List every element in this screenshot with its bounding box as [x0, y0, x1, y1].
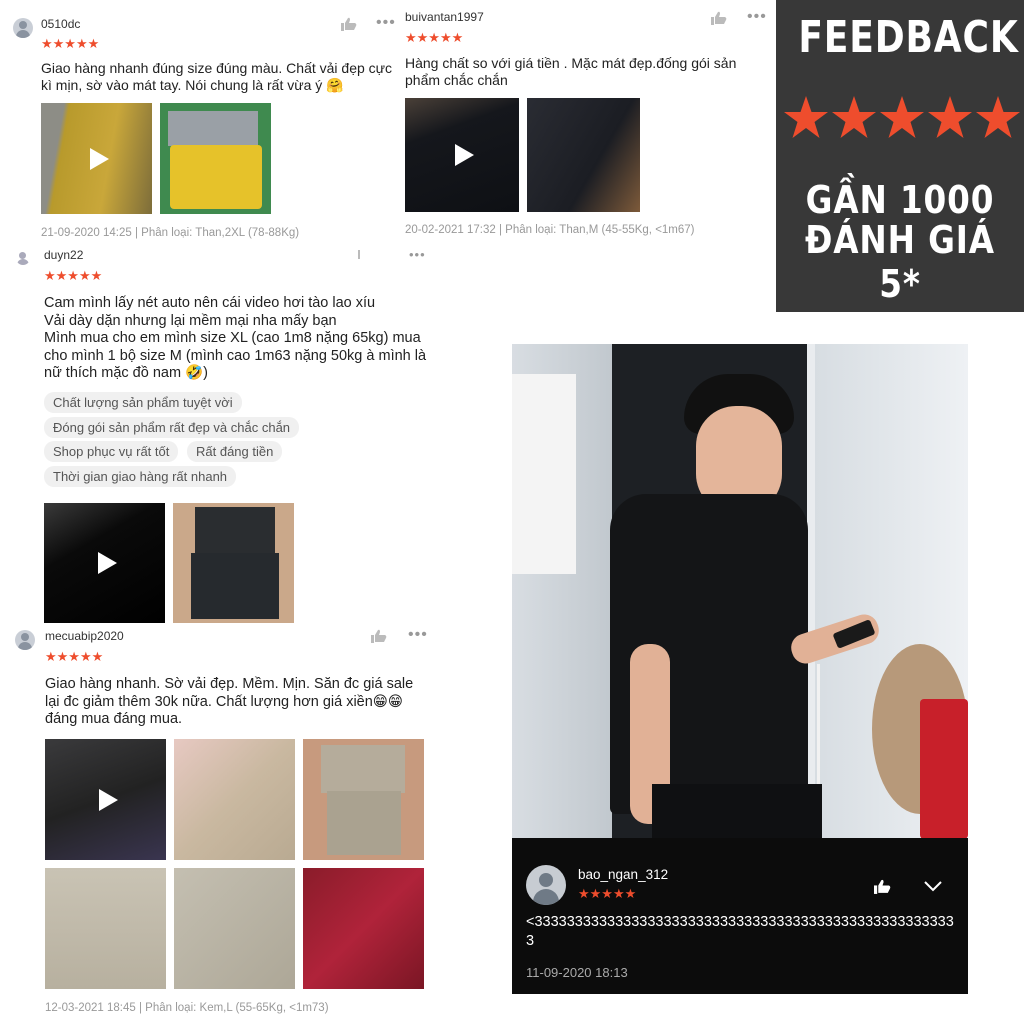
more-options-icon[interactable]: •••: [408, 627, 428, 643]
play-icon[interactable]: [455, 144, 474, 166]
review-photo-thumbnail[interactable]: [173, 503, 294, 623]
feedback-subtitle: ĐÁNH GIÁ 5*: [805, 218, 995, 306]
thumbs-up-icon[interactable]: [874, 879, 891, 894]
review-meta: 21-09-2020 14:25 | Phân loại: Than,2XL (…: [41, 227, 300, 239]
play-icon[interactable]: [97, 552, 117, 574]
review-video-thumbnail[interactable]: [41, 103, 152, 214]
feedback-banner: FEEDBACK GẦN 1000 ĐÁNH GIÁ 5*: [776, 0, 1024, 312]
more-options-icon[interactable]: •••: [376, 15, 396, 31]
review-tag: Đóng gói sản phẩm rất đẹp và chắc chắn: [44, 417, 300, 438]
review-video-thumbnail[interactable]: [44, 503, 165, 623]
review-photo-thumbnail[interactable]: [527, 98, 640, 212]
review-photo-thumbnail[interactable]: [303, 868, 424, 989]
review-username[interactable]: buivantan1997: [405, 10, 484, 24]
chevron-down-icon[interactable]: [924, 881, 942, 892]
thumbs-up-icon[interactable]: [711, 11, 727, 25]
play-icon[interactable]: [89, 147, 109, 170]
review-comment: Giao hàng nhanh đúng size đúng màu. Chất…: [41, 60, 393, 93]
review-comment: <333333333333333333333333333333333333333…: [526, 914, 954, 949]
review-meta: 12-03-2021 18:45 | Phân loại: Kem,L (55-…: [45, 1002, 329, 1014]
user-avatar[interactable]: [15, 630, 35, 650]
more-options-icon[interactable]: •••: [409, 248, 426, 261]
review-date: 11-09-2020 18:13: [526, 965, 628, 980]
user-avatar[interactable]: [16, 251, 30, 265]
review-meta: 20-02-2021 17:32 | Phân loại: Than,M (45…: [405, 224, 695, 236]
review-video-thumbnail[interactable]: [405, 98, 519, 212]
user-avatar[interactable]: [526, 865, 566, 905]
review-username[interactable]: bao_ngan_312: [578, 867, 668, 882]
rating-stars: ★★★★★: [44, 268, 103, 283]
more-options-icon[interactable]: •••: [747, 9, 767, 25]
review-username[interactable]: duyn22: [44, 248, 83, 262]
review-video-thumbnail[interactable]: [45, 739, 166, 860]
thumbs-up-icon[interactable]: [371, 629, 387, 643]
divider: [358, 250, 360, 259]
rating-stars: ★★★★★: [45, 649, 104, 664]
review-username[interactable]: mecuabip2020: [45, 629, 124, 643]
feedback-title: FEEDBACK: [798, 12, 1019, 63]
review-tag: Chất lượng sản phẩm tuyệt vời: [44, 392, 242, 413]
review-photo-thumbnail[interactable]: [303, 739, 424, 860]
rating-stars: ★★★★★: [578, 886, 637, 901]
thumbs-up-icon[interactable]: [341, 17, 357, 31]
review-comment: Cam mình lấy nét auto nên cái video hơi …: [44, 295, 427, 381]
review-username[interactable]: 0510dc: [41, 17, 80, 31]
rating-stars: ★★★★★: [405, 30, 464, 45]
five-stars-icon: [784, 96, 1020, 138]
feedback-subtitle: GẦN 1000: [805, 178, 995, 222]
review-comment: Hàng chất so với giá tiền . Mặc mát đẹp.…: [405, 55, 737, 88]
review-tag: Shop phục vụ rất tốt: [44, 441, 179, 462]
rating-stars: ★★★★★: [41, 36, 100, 51]
review-comment: Giao hàng nhanh. Sờ vải đẹp. Mềm. Mịn. S…: [45, 676, 414, 727]
review-photo-thumbnail[interactable]: [174, 868, 295, 989]
review-photo-thumbnail[interactable]: [160, 103, 271, 214]
customer-photo[interactable]: [512, 344, 968, 838]
user-avatar[interactable]: [13, 18, 33, 38]
review-tag: Rất đáng tiền: [187, 441, 283, 462]
photo-review-card: bao_ngan_312 ★★★★★ <33333333333333333333…: [512, 838, 968, 994]
review-photo-thumbnail[interactable]: [174, 739, 295, 860]
play-icon[interactable]: [98, 788, 118, 811]
review-tag: Thời gian giao hàng rất nhanh: [44, 466, 237, 487]
review-photo-thumbnail[interactable]: [45, 868, 166, 989]
